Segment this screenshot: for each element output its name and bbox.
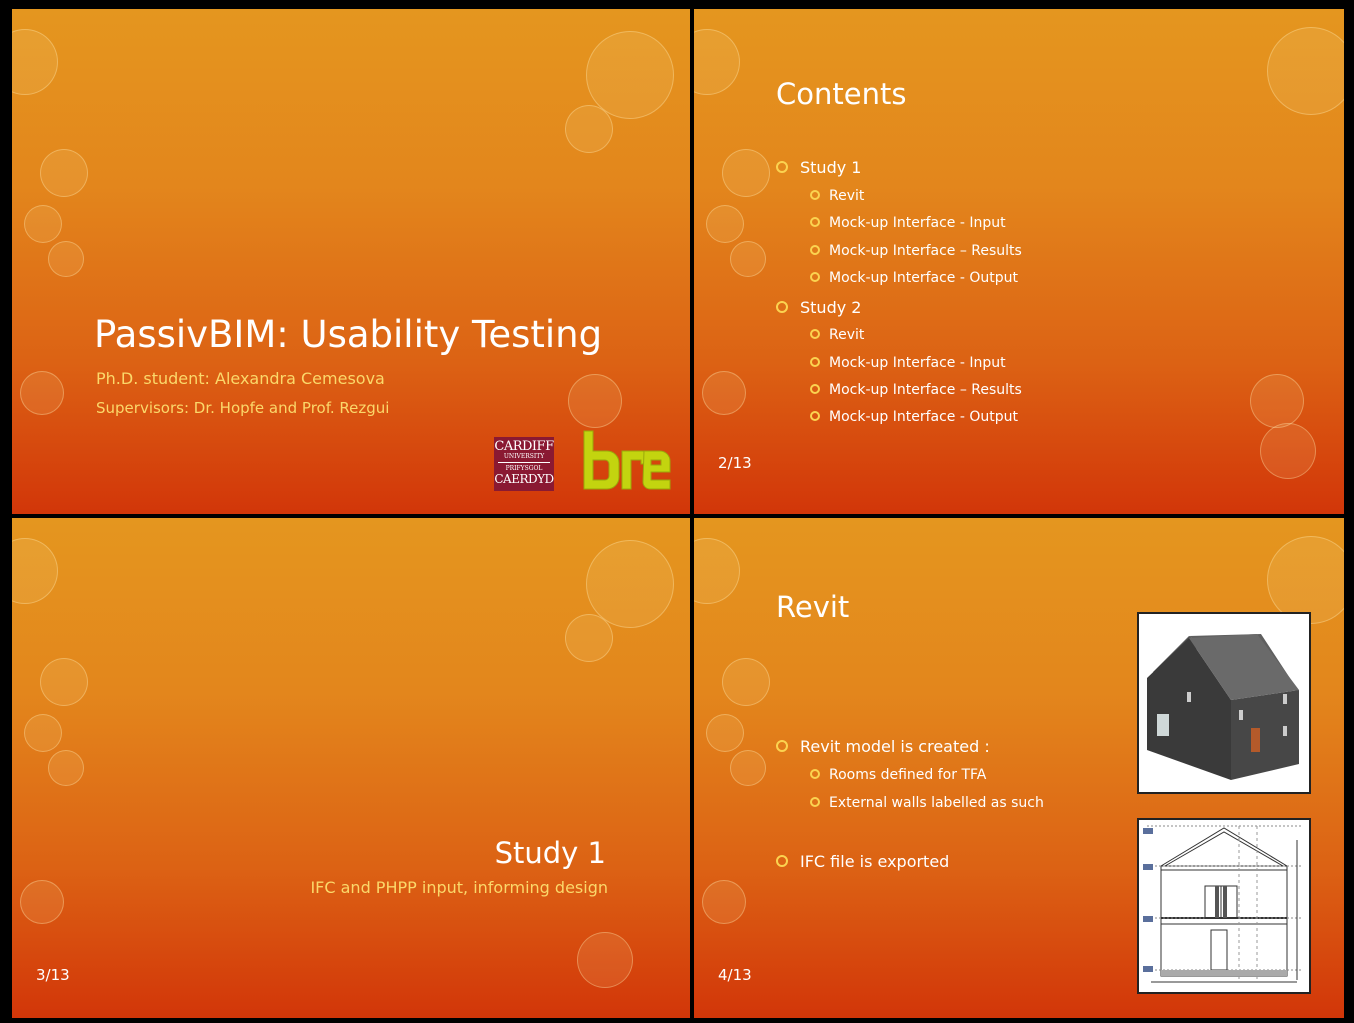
list-item-text: Rooms defined for TFA xyxy=(829,767,987,783)
decor-bubble xyxy=(1250,374,1304,428)
decor-bubble xyxy=(1267,536,1344,624)
logo-divider xyxy=(498,462,550,463)
bullet-ring xyxy=(810,271,820,282)
decor-bubble xyxy=(577,932,633,988)
decor-bubble xyxy=(706,714,744,752)
list-item-text: Study 2 xyxy=(800,298,862,317)
slide-title-contents: Contents xyxy=(776,77,907,111)
decor-bubble xyxy=(565,614,613,662)
decor-bubble xyxy=(730,750,766,786)
list-item: Mock-up Interface – Results xyxy=(810,382,1022,398)
list-item-text: Mock-up Interface - Output xyxy=(829,409,1018,425)
list-item: Study 2 xyxy=(776,298,861,317)
bullet-ring xyxy=(810,796,820,807)
list-item-text: Revit model is created : xyxy=(800,737,990,756)
presentation-title: PassivBIM: Usability Testing xyxy=(94,313,603,356)
list-item: Rooms defined for TFA xyxy=(810,767,986,783)
list-item-text: Mock-up Interface - Input xyxy=(829,355,1006,371)
list-item-text: Mock-up Interface – Results xyxy=(829,382,1022,398)
list-item: Mock-up Interface - Output xyxy=(810,270,1018,286)
supervisors-line: Supervisors: Dr. Hopfe and Prof. Rezgui xyxy=(96,399,390,417)
bullet-ring xyxy=(810,383,820,394)
house-section-drawing xyxy=(1143,825,1301,983)
decor-bubble xyxy=(40,658,88,706)
decor-bubble xyxy=(722,149,770,197)
list-item-text: External walls labelled as such xyxy=(829,795,1044,811)
house-3d-model-image xyxy=(1137,612,1311,794)
house-section-drawing-image xyxy=(1137,818,1311,994)
decor-bubble xyxy=(722,658,770,706)
bullet-ring xyxy=(810,189,820,200)
logo-text: CARDIFF xyxy=(494,439,554,454)
bullet-ring xyxy=(776,740,788,752)
list-item: Mock-up Interface - Output xyxy=(810,409,1018,425)
decor-bubble xyxy=(706,205,744,243)
decor-bubble xyxy=(12,538,58,604)
list-item-text: Mock-up Interface - Output xyxy=(829,270,1018,286)
bullet-ring xyxy=(810,410,820,421)
decor-bubble xyxy=(48,750,84,786)
list-item: Revit model is created : xyxy=(776,737,990,756)
decor-bubble xyxy=(24,205,62,243)
list-item-text: IFC file is exported xyxy=(800,852,950,871)
list-item: Revit xyxy=(810,188,864,204)
decor-bubble xyxy=(40,149,88,197)
logo-text: UNIVERSITY xyxy=(503,453,545,460)
cardiff-university-logo: CARDIFF UNIVERSITY PRIFYSGOL CAERDYD xyxy=(494,437,554,491)
list-item: Mock-up Interface - Input xyxy=(810,215,1006,231)
decor-bubble xyxy=(1260,423,1316,479)
page-number: 4/13 xyxy=(718,966,752,984)
section-title: Study 1 xyxy=(494,836,606,870)
slide-contents[interactable]: Contents Study 1 Revit Mock-up Interface… xyxy=(694,9,1344,514)
bullet-ring xyxy=(810,328,820,339)
list-item-text: Revit xyxy=(829,188,865,204)
list-item: Mock-up Interface – Results xyxy=(810,243,1022,259)
list-item: External walls labelled as such xyxy=(810,795,1044,811)
decor-bubble xyxy=(24,714,62,752)
list-item-text: Revit xyxy=(829,327,865,343)
logo-text: PRIFYSGOL xyxy=(505,465,543,472)
decor-bubble xyxy=(48,241,84,277)
slide-title[interactable]: PassivBIM: Usability Testing Ph.D. stude… xyxy=(12,9,690,514)
decor-bubble xyxy=(702,880,746,924)
bullet-ring xyxy=(810,356,820,367)
decor-bubble xyxy=(694,538,740,604)
house-3d-model-drawing xyxy=(1147,634,1299,780)
decor-bubble xyxy=(20,880,64,924)
slide-title-revit: Revit xyxy=(776,590,850,624)
bullet-ring xyxy=(776,301,788,313)
decor-bubble xyxy=(568,374,622,428)
list-item: Mock-up Interface - Input xyxy=(810,355,1006,371)
bullet-ring xyxy=(776,161,788,173)
list-item-text: Mock-up Interface - Input xyxy=(829,215,1006,231)
decor-bubble xyxy=(694,29,740,95)
bullet-ring xyxy=(810,244,820,255)
list-item-text: Study 1 xyxy=(800,158,862,177)
decor-bubble xyxy=(702,371,746,415)
slide-section-study-1[interactable]: Study 1 IFC and PHPP input, informing de… xyxy=(12,518,690,1018)
bullet-ring xyxy=(810,216,820,227)
decor-bubble xyxy=(730,241,766,277)
decor-bubble xyxy=(565,105,613,153)
bullet-ring xyxy=(776,855,788,867)
bullet-ring xyxy=(810,768,820,779)
decor-bubble xyxy=(586,540,674,628)
list-item-text: Mock-up Interface – Results xyxy=(829,243,1022,259)
list-item: Revit xyxy=(810,327,864,343)
decor-bubble xyxy=(1267,27,1344,115)
list-item: Study 1 xyxy=(776,158,861,177)
decor-bubble xyxy=(20,371,64,415)
author-line: Ph.D. student: Alexandra Cemesova xyxy=(96,369,385,388)
logo-text: CAERDYD xyxy=(494,472,554,486)
page-number: 3/13 xyxy=(36,966,70,984)
page-number: 2/13 xyxy=(718,454,752,472)
decor-bubble xyxy=(586,31,674,119)
section-subtitle: IFC and PHPP input, informing design xyxy=(310,878,608,897)
list-item: IFC file is exported xyxy=(776,852,949,871)
slide-revit[interactable]: Revit Revit model is created : Rooms def… xyxy=(694,518,1344,1018)
bre-logo xyxy=(583,430,671,490)
decor-bubble xyxy=(12,29,58,95)
